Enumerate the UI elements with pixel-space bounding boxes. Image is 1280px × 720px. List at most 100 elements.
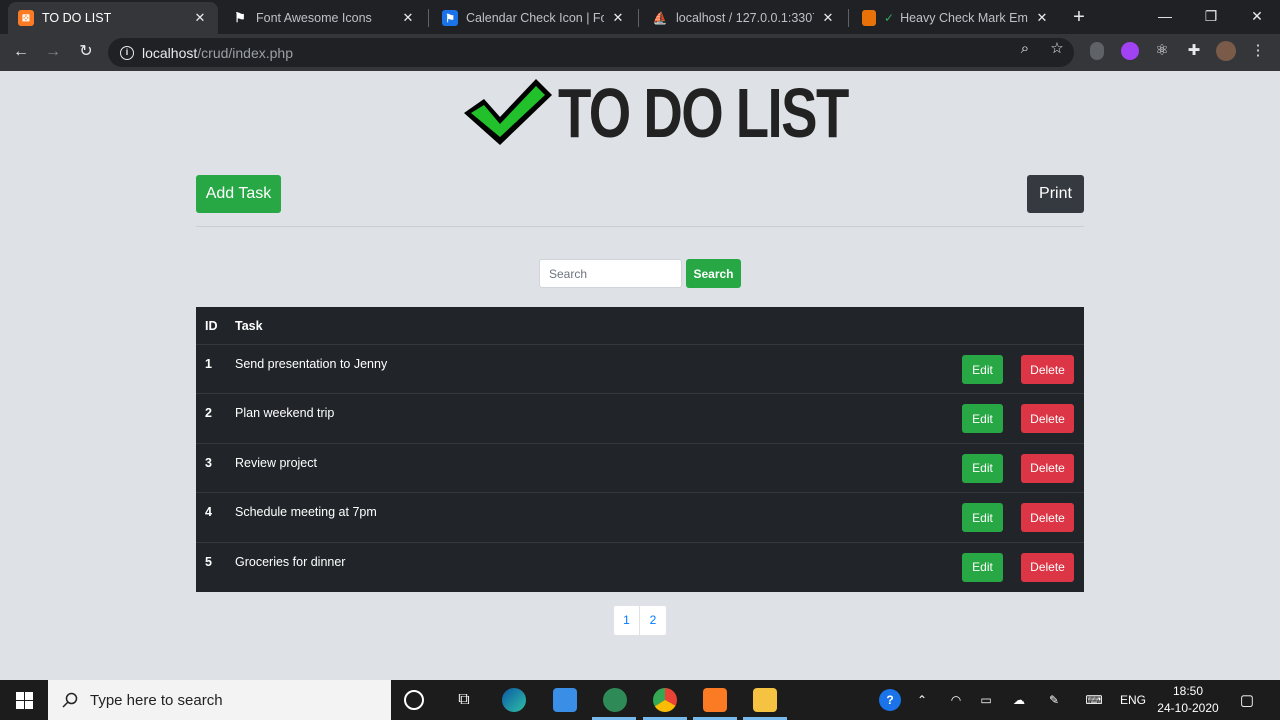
taskbar-search-box[interactable]: Type here to search — [48, 680, 391, 720]
page-title: TO DO LIST — [558, 74, 849, 152]
clock-date: 24-10-2020 — [1157, 701, 1219, 715]
table-row: 4 Schedule meeting at 7pm Edit Delete — [196, 493, 1084, 543]
system-clock[interactable]: 18:50 24-10-2020 — [1150, 683, 1226, 717]
task-view-icon[interactable]: ⧉ — [452, 680, 476, 720]
table-header: ID Task — [196, 307, 1084, 345]
tab-font-awesome-icons[interactable]: ⚑ Font Awesome Icons ✕ — [222, 2, 426, 34]
table-row: 5 Groceries for dinner Edit Delete — [196, 543, 1084, 592]
restore-icon[interactable]: ❐ — [1188, 4, 1234, 28]
clock-time: 18:50 — [1172, 684, 1204, 698]
notification-icon[interactable]: ▢ — [1236, 680, 1258, 720]
react-devtools-icon[interactable]: ⚛ — [1152, 41, 1172, 61]
task-id: 5 — [205, 554, 212, 569]
tab-heavy-check-mark[interactable]: ✓ Heavy Check Mark Emo ✕ — [852, 2, 1060, 34]
delete-button[interactable]: Delete — [1021, 552, 1074, 582]
close-icon[interactable]: ✕ — [192, 10, 208, 26]
edit-button[interactable]: Edit — [962, 355, 1003, 384]
edit-button[interactable]: Edit — [962, 453, 1003, 483]
tab-calendar-check-icon[interactable]: ⚑ Calendar Check Icon | Font ✕ — [432, 2, 636, 34]
bookmark-star-icon[interactable]: ☆ — [1047, 39, 1067, 59]
tab-title: Calendar Check Icon | Font — [466, 11, 604, 25]
minimize-icon[interactable]: — — [1142, 4, 1188, 28]
puzzle-extensions-icon[interactable]: ✚ — [1184, 41, 1204, 61]
url-path: /crud/index.php — [197, 44, 293, 61]
extension-icon[interactable] — [1090, 42, 1104, 60]
task-id: 3 — [205, 455, 212, 470]
url-host: localhost — [142, 44, 198, 61]
onedrive-icon[interactable]: ☁ — [1007, 680, 1031, 720]
task-text: Review project — [235, 455, 317, 470]
tab-separator — [638, 9, 639, 27]
xampp-icon: ⊠ — [18, 10, 34, 26]
close-icon[interactable]: ✕ — [400, 10, 416, 26]
tab-title: localhost / 127.0.0.1:3307 / — [676, 11, 814, 25]
check-icon: ✓ — [884, 11, 895, 25]
pen-icon[interactable]: ✎ — [1043, 680, 1065, 720]
search-button[interactable]: Search — [686, 259, 741, 288]
help-icon[interactable]: ? — [878, 680, 902, 720]
codepen-icon — [862, 10, 876, 26]
zoom-icon[interactable]: ⌕ — [1015, 39, 1035, 59]
page-link-1[interactable]: 1 — [614, 606, 640, 635]
task-text: Schedule meeting at 7pm — [235, 505, 377, 520]
tab-to-do-list[interactable]: ⊠ TO DO LIST ✕ — [8, 2, 218, 34]
language-indicator[interactable]: ENG — [1118, 680, 1148, 720]
edit-button[interactable]: Edit — [962, 552, 1003, 582]
edit-button[interactable]: Edit — [962, 503, 1003, 533]
battery-icon[interactable]: ▭ — [975, 680, 997, 720]
delete-button[interactable]: Delete — [1021, 355, 1074, 384]
delete-button[interactable]: Delete — [1021, 404, 1074, 434]
windows-taskbar: Type here to search ⧉ ? ⌃ ◠ ▭ ☁ ✎ ⌨ ENG … — [0, 680, 1280, 720]
new-tab-icon[interactable]: + — [1068, 6, 1090, 28]
reload-icon[interactable]: ↻ — [73, 39, 99, 65]
close-icon[interactable]: ✕ — [1034, 10, 1050, 26]
task-id: 1 — [205, 357, 212, 371]
chrome-icon[interactable] — [653, 688, 677, 712]
task-text: Groceries for dinner — [235, 554, 346, 569]
search-input[interactable] — [539, 259, 682, 288]
search-icon — [62, 692, 78, 708]
forward-arrow-icon[interactable]: → — [40, 39, 66, 65]
print-button[interactable]: Print — [1027, 175, 1084, 213]
vmware-icon[interactable] — [553, 688, 577, 712]
tab-title: Font Awesome Icons — [256, 11, 372, 25]
task-id: 4 — [205, 505, 212, 520]
page-link-2[interactable]: 2 — [640, 606, 666, 635]
add-task-button[interactable]: Add Task — [196, 175, 281, 213]
edge-icon[interactable] — [502, 688, 526, 712]
xampp-icon[interactable] — [703, 688, 727, 712]
app-logo: TO DO LIST — [462, 77, 930, 149]
file-explorer-icon[interactable] — [753, 688, 777, 712]
wifi-icon[interactable]: ◠ — [945, 680, 967, 720]
close-icon[interactable]: ✕ — [610, 10, 626, 26]
window-close-icon[interactable]: ✕ — [1234, 4, 1280, 28]
tab-phpmyadmin[interactable]: ⛵ localhost / 127.0.0.1:3307 / ✕ — [642, 2, 846, 34]
flag-icon: ⚑ — [442, 10, 458, 26]
phpmyadmin-icon: ⛵ — [652, 11, 668, 25]
chevron-up-icon[interactable]: ⌃ — [912, 680, 932, 720]
atom-icon[interactable] — [603, 688, 627, 712]
cortana-icon[interactable] — [404, 690, 424, 710]
browser-toolbar: ← → ↻ i localhost /crud/index.php ⌕ ☆ ⚛ … — [0, 34, 1280, 71]
check-mark-icon — [464, 79, 552, 145]
address-bar[interactable]: i localhost /crud/index.php — [108, 38, 1074, 67]
tab-title: TO DO LIST — [42, 11, 112, 25]
site-info-icon[interactable]: i — [120, 45, 134, 60]
table-row: 2 Plan weekend trip Edit Delete — [196, 394, 1084, 444]
extension-icon[interactable] — [1121, 42, 1139, 60]
table-row: 3 Review project Edit Delete — [196, 444, 1084, 494]
menu-kebab-icon[interactable]: ⋮ — [1248, 41, 1268, 61]
column-header-task: Task — [235, 318, 263, 333]
task-text: Send presentation to Jenny — [235, 357, 388, 371]
delete-button[interactable]: Delete — [1021, 503, 1074, 533]
start-button[interactable] — [0, 680, 48, 720]
column-header-id: ID — [205, 318, 218, 333]
delete-button[interactable]: Delete — [1021, 453, 1074, 483]
keyboard-icon[interactable]: ⌨ — [1080, 680, 1108, 720]
edit-button[interactable]: Edit — [962, 404, 1003, 434]
profile-avatar[interactable] — [1216, 41, 1236, 61]
task-text: Plan weekend trip — [235, 406, 335, 421]
close-icon[interactable]: ✕ — [820, 10, 836, 26]
tab-separator — [428, 9, 429, 27]
back-arrow-icon[interactable]: ← — [8, 39, 34, 65]
